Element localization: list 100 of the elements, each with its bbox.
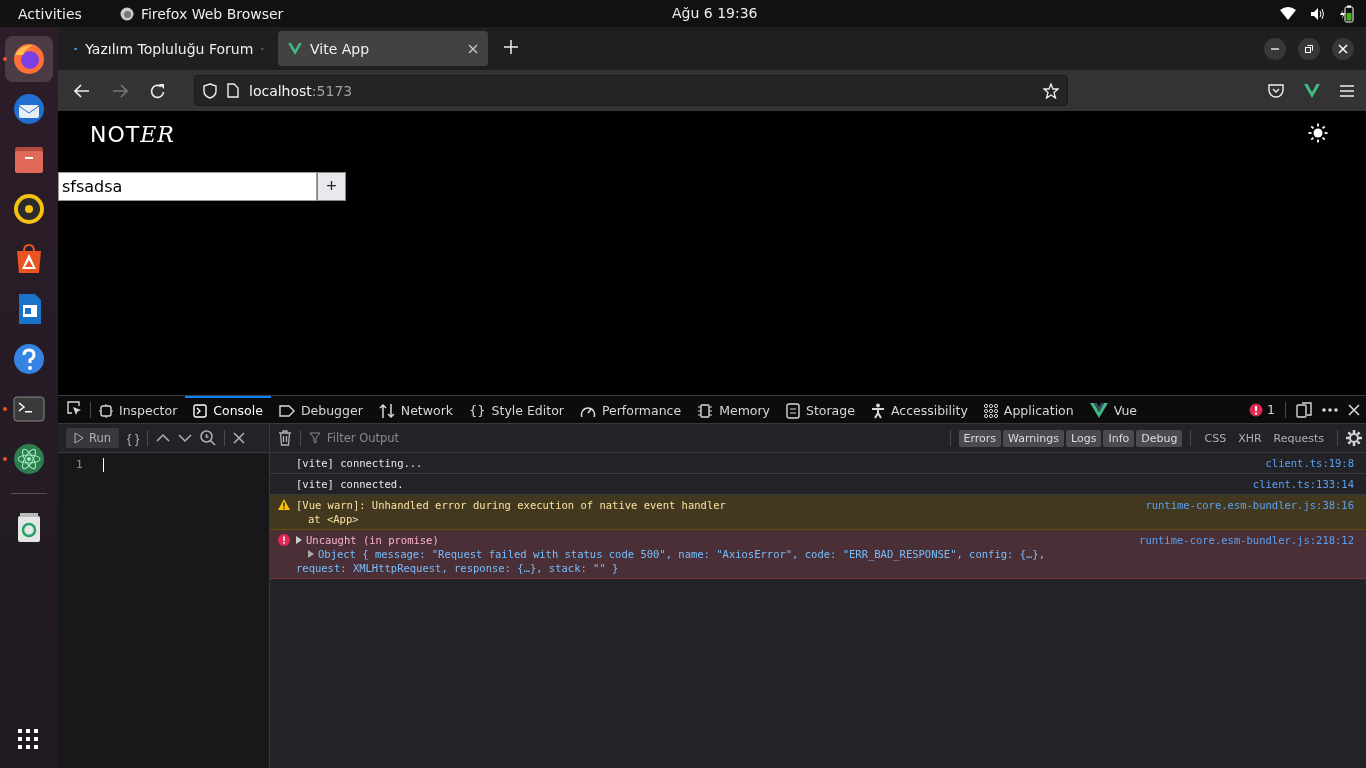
- devtools-tab[interactable]: Debugger: [270, 396, 371, 423]
- braces-icon: {}: [469, 403, 486, 418]
- devtools-tab[interactable]: Accessibility: [862, 396, 976, 423]
- filter-icon: [309, 432, 321, 444]
- devtools-tab[interactable]: Network: [370, 396, 461, 423]
- activities-button[interactable]: Activities: [18, 5, 82, 22]
- url-port: :5173: [311, 82, 353, 99]
- document-icon: [786, 402, 800, 419]
- close-icon[interactable]: [233, 432, 246, 444]
- dock-side-icon[interactable]: [1296, 401, 1312, 418]
- bookmark-star-icon[interactable]: [1043, 82, 1059, 99]
- devtools-tab[interactable]: {} Style Editor: [461, 396, 572, 423]
- text-cursor: [102, 458, 104, 472]
- element-picker-icon[interactable]: [66, 400, 82, 416]
- up-icon[interactable]: [156, 433, 171, 443]
- close-icon: [1338, 43, 1348, 54]
- more-icon[interactable]: [1322, 407, 1338, 412]
- filter-toggle[interactable]: CSS: [1199, 429, 1232, 447]
- play-icon: [74, 432, 84, 444]
- browser-tab[interactable]: Vite App: [278, 31, 488, 66]
- console-message: at <App>: [308, 512, 359, 526]
- filter-toggle[interactable]: Debug: [1136, 429, 1183, 447]
- menu-icon[interactable]: [1340, 84, 1354, 97]
- devtools-tab[interactable]: Performance: [571, 396, 690, 423]
- restore-icon: [1304, 43, 1314, 54]
- app-grid-icon[interactable]: [18, 729, 38, 749]
- filter-toggle[interactable]: Logs: [1066, 429, 1102, 447]
- error-object[interactable]: request: XMLHttpRequest, response: {…}, stack: "" }: [296, 562, 619, 574]
- arrows-icon: [378, 402, 395, 419]
- mail-icon: [11, 91, 47, 127]
- restore-button[interactable]: [1298, 37, 1320, 60]
- v-logo-icon[interactable]: [1304, 83, 1320, 98]
- warning-icon: [278, 499, 290, 510]
- browser-tab[interactable]: Yazılım Topluluğu Forum: [64, 31, 274, 66]
- settings-icon[interactable]: [1346, 430, 1362, 446]
- source-link[interactable]: client.ts:19:8: [1265, 456, 1354, 470]
- devtools-tab[interactable]: Storage: [778, 396, 863, 423]
- wifi-icon[interactable]: [1280, 7, 1296, 20]
- devtools-tab[interactable]: Application: [975, 396, 1082, 423]
- address-bar[interactable]: localhost:5173: [194, 75, 1068, 106]
- sun-icon[interactable]: [1308, 123, 1328, 143]
- filter-toggle[interactable]: Errors: [958, 429, 1002, 447]
- close-icon: [468, 43, 478, 54]
- down-icon[interactable]: [178, 433, 193, 443]
- new-tab-icon[interactable]: [504, 40, 518, 54]
- app-menu[interactable]: Firefox Web Browser: [140, 5, 284, 22]
- v-logo-icon: [1089, 403, 1108, 418]
- devtools-tab[interactable]: Memory: [689, 396, 778, 423]
- console-message: [vite] connected.: [296, 477, 404, 491]
- app-logo: NOTER: [90, 122, 175, 147]
- help-icon: [11, 341, 47, 377]
- run-button[interactable]: Run: [66, 428, 120, 448]
- add-button[interactable]: +: [317, 172, 346, 201]
- filter-field[interactable]: Filter Output: [325, 430, 479, 446]
- error-count[interactable]: 1: [1267, 402, 1275, 417]
- pretty-print-button[interactable]: { }: [127, 430, 140, 446]
- pocket-icon[interactable]: [1268, 83, 1284, 98]
- volume-icon[interactable]: [1310, 6, 1326, 21]
- tag-icon: [278, 403, 295, 418]
- devtools-tab[interactable]: Vue: [1081, 396, 1145, 423]
- back-icon[interactable]: [74, 83, 90, 98]
- chip-icon: [697, 402, 714, 419]
- source-link[interactable]: runtime-core.esm-bundler.js:38:16: [1145, 498, 1354, 526]
- note-input[interactable]: sfsadsa: [58, 172, 317, 201]
- source-link[interactable]: runtime-core.esm-bundler.js:218:12: [1139, 533, 1354, 575]
- atom-icon: [11, 441, 47, 477]
- person-icon: [870, 402, 885, 419]
- filter-toggle[interactable]: Info: [1103, 429, 1135, 447]
- grid-dots-icon: [983, 403, 998, 418]
- page-icon: [227, 83, 239, 98]
- filter-toggle[interactable]: XHR: [1233, 429, 1267, 447]
- console-message: [Vue warn]: Unhandled error during execution of native event handler: [296, 498, 726, 512]
- filter-toggle[interactable]: Warnings: [1003, 429, 1065, 447]
- filter-toggle[interactable]: Requests: [1268, 429, 1329, 447]
- inspector-icon: [99, 403, 113, 418]
- browser-icon: [119, 6, 134, 21]
- line-number: 1: [76, 458, 83, 472]
- close-button[interactable]: [1332, 37, 1354, 60]
- forward-icon[interactable]: [112, 83, 128, 98]
- url-host: localhost: [249, 82, 312, 99]
- trash-icon[interactable]: [278, 430, 292, 446]
- console-icon: [193, 403, 208, 418]
- console-message: [vite] connecting...: [296, 456, 423, 470]
- minimize-icon: [1270, 47, 1280, 50]
- error-object[interactable]: Object { message: "Request failed with status code 500", name: "AxiosError", code: "ERR_BAD_RESPONSE", config: {…},: [318, 547, 1045, 561]
- minimize-button[interactable]: [1264, 37, 1286, 60]
- battery-icon[interactable]: [1340, 4, 1354, 23]
- history-search-icon[interactable]: [200, 430, 217, 446]
- shield-icon: [203, 82, 217, 99]
- console-message: Uncaught (in promise): [306, 533, 439, 547]
- browser-icon: [11, 41, 47, 77]
- reload-icon[interactable]: [150, 82, 166, 99]
- clock[interactable]: Ağu 6 19:36: [672, 5, 758, 21]
- close-icon[interactable]: [1348, 403, 1360, 416]
- v-logo-icon: [288, 42, 302, 55]
- speaker-icon: [11, 191, 47, 227]
- source-link[interactable]: client.ts:133:14: [1252, 477, 1354, 491]
- error-icon: [278, 534, 290, 546]
- devtools-tab[interactable]: Inspector: [91, 396, 186, 423]
- dock-item[interactable]: [5, 36, 53, 82]
